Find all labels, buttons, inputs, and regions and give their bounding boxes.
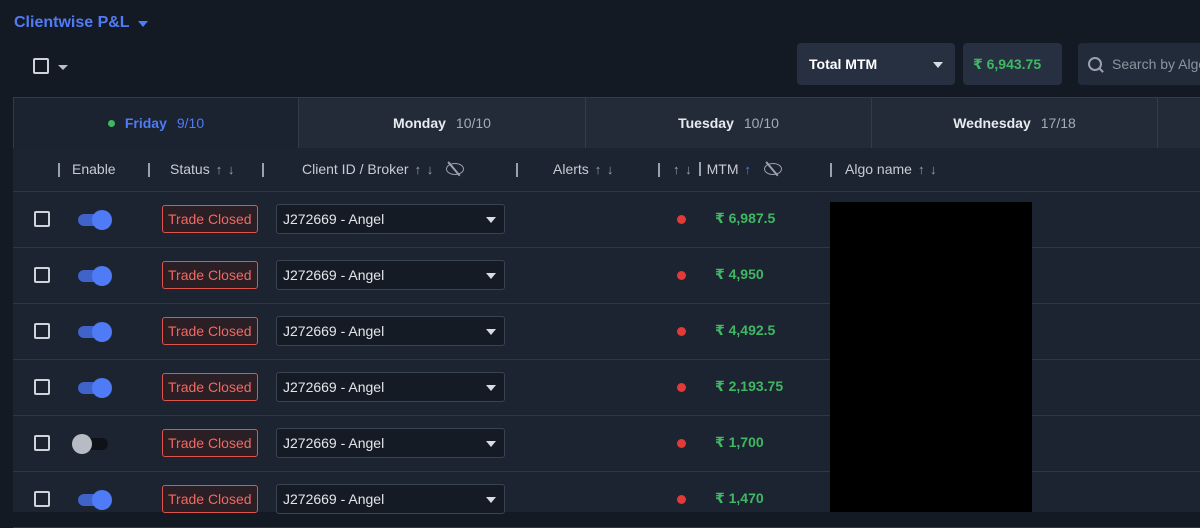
status-badge: Trade Closed bbox=[162, 429, 258, 457]
tab-next[interactable] bbox=[1157, 97, 1200, 149]
total-mtm-value: ₹ 6,943.75 bbox=[963, 43, 1062, 85]
column-divider[interactable] bbox=[658, 163, 660, 177]
client-broker-select[interactable]: J272669 - Angel bbox=[276, 204, 505, 234]
column-divider[interactable] bbox=[262, 163, 264, 177]
status-badge: Trade Closed bbox=[162, 205, 258, 233]
column-alerts[interactable]: Alerts ↑ ↓ bbox=[553, 161, 614, 177]
chevron-down-icon bbox=[137, 20, 148, 27]
status-badge: Trade Closed bbox=[162, 317, 258, 345]
tab-wednesday[interactable]: Wednesday 17/18 bbox=[871, 97, 1158, 149]
search-input[interactable] bbox=[1110, 55, 1200, 73]
column-divider[interactable] bbox=[830, 163, 832, 177]
chevron-down-icon bbox=[486, 272, 496, 279]
column-divider[interactable] bbox=[516, 163, 518, 177]
enable-toggle[interactable] bbox=[76, 322, 112, 342]
enable-toggle[interactable] bbox=[76, 378, 112, 398]
row-checkbox[interactable] bbox=[34, 491, 50, 507]
alert-indicator-icon bbox=[677, 439, 686, 448]
chevron-down-icon bbox=[486, 216, 496, 223]
search-icon bbox=[1088, 57, 1102, 71]
sort-arrows-icon[interactable]: ↑ ↓ bbox=[415, 162, 435, 177]
row-checkbox[interactable] bbox=[34, 435, 50, 451]
table-header: Enable Status ↑ ↓ Client ID / Broker ↑ ↓… bbox=[13, 148, 1200, 192]
column-algo[interactable]: Algo name ↑ ↓ bbox=[845, 161, 938, 177]
column-divider[interactable] bbox=[698, 162, 701, 176]
row-checkbox[interactable] bbox=[34, 379, 50, 395]
column-mtm[interactable]: ↑ ↓ MTM ↑ bbox=[673, 161, 783, 177]
redacted-algo-names bbox=[830, 202, 1032, 512]
chevron-down-icon bbox=[486, 328, 496, 335]
status-badge: Trade Closed bbox=[162, 485, 258, 513]
hide-column-icon[interactable] bbox=[446, 163, 465, 175]
client-broker-select[interactable]: J272669 - Angel bbox=[276, 260, 505, 290]
chevron-down-icon bbox=[933, 61, 943, 68]
chevron-down-icon bbox=[486, 496, 496, 503]
active-dot-icon bbox=[107, 119, 115, 127]
page-title[interactable]: Clientwise P&L bbox=[14, 14, 148, 32]
alert-indicator-icon bbox=[677, 327, 686, 336]
column-divider[interactable] bbox=[58, 163, 60, 177]
client-broker-select[interactable]: J272669 - Angel bbox=[276, 372, 505, 402]
client-broker-select[interactable]: J272669 - Angel bbox=[276, 428, 505, 458]
column-status[interactable]: Status ↑ ↓ bbox=[170, 161, 235, 177]
hide-column-icon[interactable] bbox=[764, 163, 783, 175]
mtm-value: ₹ 1,700 bbox=[715, 434, 764, 450]
row-checkbox[interactable] bbox=[34, 323, 50, 339]
chevron-down-icon bbox=[486, 440, 496, 447]
enable-toggle[interactable] bbox=[76, 210, 112, 230]
alert-indicator-icon bbox=[677, 383, 686, 392]
row-checkbox[interactable] bbox=[34, 211, 50, 227]
sort-arrows-icon[interactable]: ↑ ↓ bbox=[216, 162, 236, 177]
client-broker-select[interactable]: J272669 - Angel bbox=[276, 484, 505, 514]
mtm-value: ₹ 6,987.5 bbox=[715, 210, 776, 226]
mtm-type-select[interactable]: Total MTM bbox=[797, 43, 955, 85]
tab-monday[interactable]: Monday 10/10 bbox=[298, 97, 586, 149]
mtm-value: ₹ 1,470 bbox=[715, 490, 764, 506]
enable-toggle[interactable] bbox=[76, 490, 112, 510]
alert-indicator-icon bbox=[677, 271, 686, 280]
select-all-checkbox[interactable] bbox=[33, 58, 49, 74]
status-badge: Trade Closed bbox=[162, 261, 258, 289]
enable-toggle[interactable] bbox=[72, 434, 112, 454]
alert-indicator-icon bbox=[677, 215, 686, 224]
chevron-down-icon[interactable] bbox=[58, 65, 68, 70]
alert-indicator-icon bbox=[677, 495, 686, 504]
mtm-value: ₹ 4,950 bbox=[715, 266, 764, 282]
client-broker-select[interactable]: J272669 - Angel bbox=[276, 316, 505, 346]
sort-arrows-icon[interactable]: ↑ ↓ bbox=[595, 162, 615, 177]
mtm-value: ₹ 2,193.75 bbox=[715, 378, 784, 394]
status-badge: Trade Closed bbox=[162, 373, 258, 401]
enable-toggle[interactable] bbox=[76, 266, 112, 286]
sort-arrows-icon[interactable]: ↑ ↓ bbox=[673, 162, 693, 177]
column-client[interactable]: Client ID / Broker ↑ ↓ bbox=[302, 161, 465, 177]
column-enable[interactable]: Enable bbox=[72, 161, 116, 177]
mtm-value: ₹ 4,492.5 bbox=[715, 322, 776, 338]
tab-tuesday[interactable]: Tuesday 10/10 bbox=[585, 97, 872, 149]
sort-arrows-icon[interactable]: ↑ ↓ bbox=[918, 162, 938, 177]
search-box[interactable] bbox=[1078, 43, 1200, 85]
row-checkbox[interactable] bbox=[34, 267, 50, 283]
column-divider[interactable] bbox=[148, 163, 150, 177]
chevron-down-icon bbox=[486, 384, 496, 391]
sort-asc-icon[interactable]: ↑ bbox=[745, 162, 753, 177]
tab-friday[interactable]: Friday 9/10 bbox=[13, 97, 299, 149]
